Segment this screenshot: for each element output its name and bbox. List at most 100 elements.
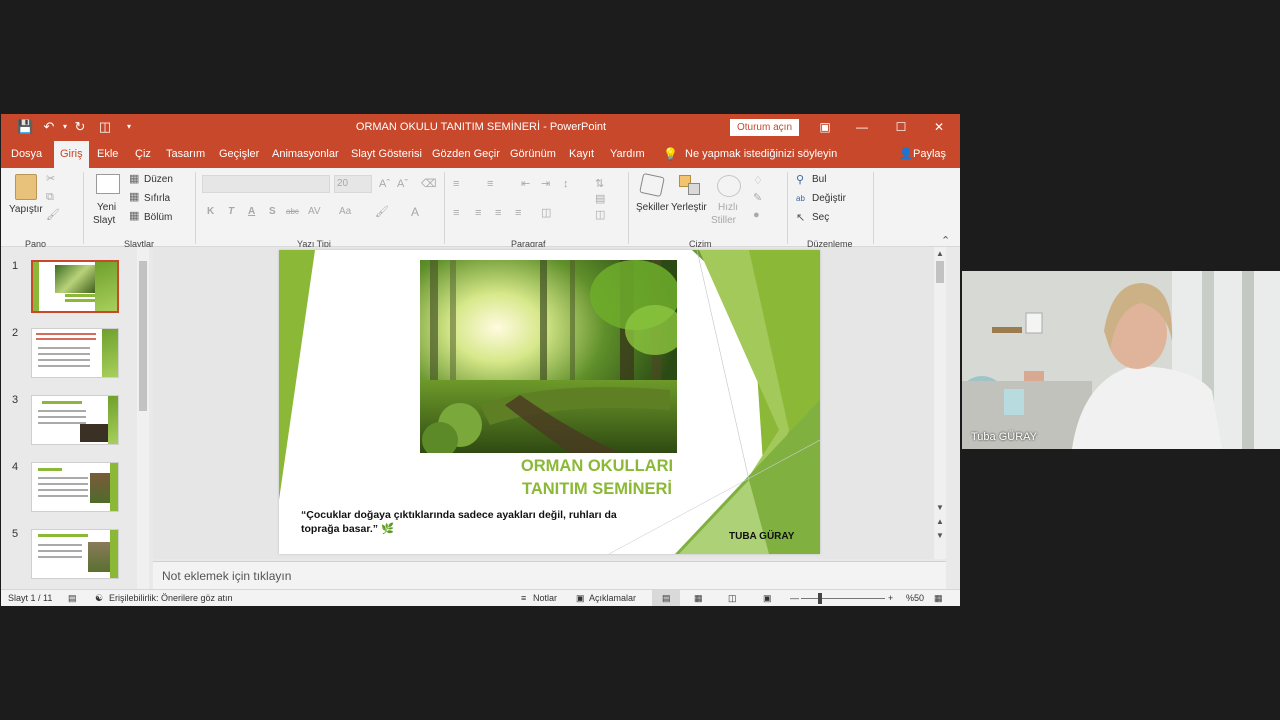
save-icon[interactable]: 💾	[17, 119, 33, 135]
quick-styles-icon[interactable]	[717, 175, 741, 197]
slide-quote[interactable]: “Çocuklar doğaya çıktıklarında sadece ay…	[301, 508, 651, 536]
scroll-up-icon[interactable]: ▲	[936, 249, 944, 258]
strikethrough-button[interactable]: abc	[286, 207, 299, 216]
bold-button[interactable]: K	[207, 206, 214, 217]
shrink-font-icon[interactable]: Aˇ	[397, 177, 408, 191]
tab-gozden-gecir[interactable]: Gözden Geçir	[432, 141, 500, 168]
next-slide-icon[interactable]: ▼	[936, 531, 944, 540]
paste-icon[interactable]	[15, 174, 37, 200]
grow-font-icon[interactable]: Aˆ	[379, 177, 390, 191]
slide-scrollbar[interactable]: ▲ ▼ ▲ ▼	[934, 247, 946, 559]
new-slide-label-2[interactable]: Slayt	[93, 215, 115, 226]
ribbon-display-icon[interactable]: ▣	[810, 118, 840, 136]
current-slide[interactable]: ORMAN OKULLARI TANITIM SEMİNERİ “Çocukla…	[279, 250, 820, 554]
fit-to-window-icon[interactable]: ▦	[934, 593, 943, 604]
shape-outline-icon[interactable]: ✎	[753, 191, 762, 205]
tab-kayit[interactable]: Kayıt	[569, 141, 594, 168]
italic-button[interactable]: T	[228, 206, 234, 217]
tab-yardim[interactable]: Yardım	[610, 141, 645, 168]
layout-button[interactable]: Düzen	[144, 174, 173, 185]
maximize-button[interactable]: ☐	[886, 118, 916, 136]
slide-title[interactable]: ORMAN OKULLARI TANITIM SEMİNERİ	[467, 455, 727, 501]
tab-gecisler[interactable]: Geçişler	[219, 141, 259, 168]
undo-icon[interactable]: ↶	[41, 119, 57, 135]
accessibility-status[interactable]: Erişilebilirlik: Önerilere göz atın	[109, 593, 233, 603]
slide-author[interactable]: TUBA GÜRAY	[729, 531, 794, 542]
arrange-icon[interactable]	[679, 175, 701, 195]
decrease-indent-icon[interactable]: ⇤	[521, 177, 530, 191]
section-button[interactable]: Bölüm	[144, 212, 172, 223]
slide-thumbnail-2[interactable]	[31, 328, 119, 378]
forest-image[interactable]	[420, 260, 677, 453]
smartart-icon[interactable]: ◫	[595, 208, 605, 222]
arrange-button[interactable]: Yerleştir	[671, 202, 707, 213]
minimize-button[interactable]: —	[847, 118, 877, 136]
copy-icon[interactable]: ⧉	[46, 190, 54, 204]
notes-placeholder[interactable]: Not eklemek için tıklayın	[162, 569, 291, 583]
underline-button[interactable]: A	[248, 206, 255, 217]
slide-sorter-icon[interactable]: ▦	[694, 593, 703, 604]
zoom-in-icon[interactable]: +	[888, 593, 893, 603]
justify-icon[interactable]: ≡	[515, 206, 521, 220]
select-button[interactable]: Seç	[812, 212, 829, 223]
thumbnail-scrollbar[interactable]	[137, 247, 149, 589]
scrollbar-thumb[interactable]	[936, 261, 944, 283]
share-button[interactable]: Paylaş	[913, 141, 946, 168]
align-right-icon[interactable]: ≡	[495, 206, 501, 220]
slide-thumbnail-3[interactable]	[31, 395, 119, 445]
highlight-icon[interactable]: 🖌	[375, 205, 389, 219]
shapes-icon[interactable]	[639, 172, 665, 198]
find-button[interactable]: Bul	[812, 174, 826, 185]
shape-effects-icon[interactable]: ●	[753, 208, 760, 222]
change-case-button[interactable]: Aa	[339, 206, 351, 217]
font-family-select[interactable]	[202, 175, 330, 193]
tab-gorunum[interactable]: Görünüm	[510, 141, 556, 168]
zoom-level[interactable]: %50	[906, 593, 924, 603]
scrollbar-thumb[interactable]	[139, 261, 147, 411]
comments-button[interactable]: Açıklamalar	[589, 593, 636, 603]
slide-thumbnail-4[interactable]	[31, 462, 119, 512]
collapse-ribbon-icon[interactable]: ⌃	[941, 234, 950, 248]
paste-button[interactable]: Yapıştır	[9, 204, 43, 215]
tell-me-search[interactable]: Ne yapmak istediğinizi söyleyin	[685, 141, 837, 168]
zoom-out-icon[interactable]: —	[790, 593, 799, 603]
tab-slayt-gosterisi[interactable]: Slayt Gösterisi	[351, 141, 422, 168]
new-slide-icon[interactable]	[96, 174, 120, 194]
bullets-icon[interactable]: ≡	[453, 177, 459, 191]
tab-dosya[interactable]: Dosya	[11, 141, 42, 168]
sign-in-button[interactable]: Oturum açın	[730, 119, 799, 136]
spelling-icon[interactable]: ▤	[68, 593, 77, 604]
tab-ciz[interactable]: Çiz	[135, 141, 151, 168]
zoom-slider-thumb[interactable]	[818, 593, 822, 604]
redo-icon[interactable]: ↻	[72, 119, 88, 135]
font-color-button[interactable]: A	[411, 205, 419, 219]
shadow-button[interactable]: S	[269, 206, 276, 217]
quick-styles-label-2[interactable]: Stiller	[711, 215, 736, 226]
presenter-icon[interactable]: ◫	[97, 119, 113, 135]
tab-ekle[interactable]: Ekle	[97, 141, 118, 168]
clear-format-icon[interactable]: ⌫	[421, 177, 437, 191]
columns-icon[interactable]: ◫	[541, 206, 551, 220]
close-button[interactable]: ✕	[924, 118, 954, 136]
notes-button[interactable]: Notlar	[533, 593, 557, 603]
tab-giris[interactable]: Giriş	[54, 141, 89, 168]
font-size-select[interactable]: 20	[334, 175, 372, 193]
replace-button[interactable]: Değiştir	[812, 193, 846, 204]
format-painter-icon[interactable]: 🖌	[46, 208, 60, 222]
numbering-icon[interactable]: ≡	[487, 177, 493, 191]
scroll-down-icon[interactable]: ▼	[936, 503, 944, 512]
slide-thumbnail-1[interactable]	[31, 260, 119, 313]
reading-view-icon[interactable]: ◫	[728, 593, 737, 604]
slideshow-icon[interactable]: ▣	[763, 593, 772, 604]
tab-animasyonlar[interactable]: Animasyonlar	[272, 141, 339, 168]
quick-styles-label-1[interactable]: Hızlı	[718, 202, 738, 213]
text-direction-icon[interactable]: ⇅	[595, 177, 604, 191]
increase-indent-icon[interactable]: ⇥	[541, 177, 550, 191]
shapes-button[interactable]: Şekiller	[636, 202, 669, 213]
cut-icon[interactable]: ✂	[46, 172, 55, 186]
reset-button[interactable]: Sıfırla	[144, 193, 170, 204]
previous-slide-icon[interactable]: ▲	[936, 517, 944, 526]
notes-pane[interactable]: Not eklemek için tıklayın	[153, 561, 946, 589]
new-slide-label-1[interactable]: Yeni	[97, 202, 116, 213]
tab-tasarim[interactable]: Tasarım	[166, 141, 205, 168]
